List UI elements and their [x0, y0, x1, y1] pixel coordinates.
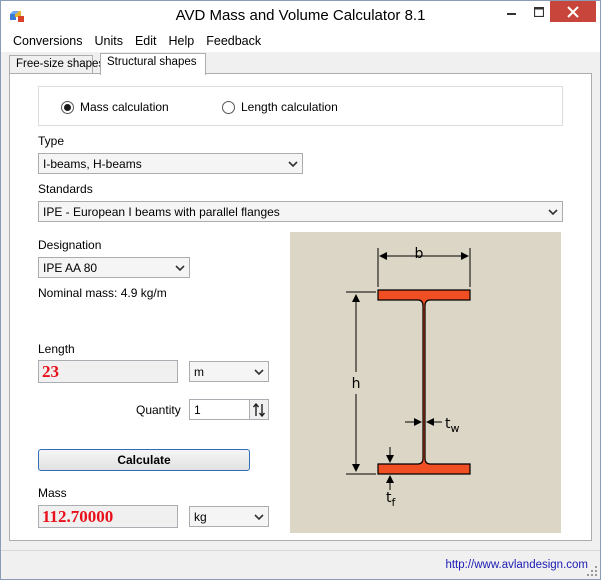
radio-mass-label: Mass calculation	[80, 100, 169, 114]
close-icon	[567, 5, 579, 18]
designation-label: Designation	[38, 238, 102, 252]
dimension-b-label: b	[415, 246, 424, 262]
chevron-down-icon	[254, 514, 264, 521]
type-label: Type	[38, 134, 65, 148]
length-unit-value: m	[194, 365, 204, 379]
standards-label: Standards	[38, 182, 93, 196]
calculate-button[interactable]: Calculate	[38, 449, 250, 471]
menu-bar: Conversions Units Edit Help Feedback	[1, 31, 600, 52]
radio-mass-calculation[interactable]: Mass calculation	[61, 100, 169, 114]
standards-value: IPE - European I beams with parallel fla…	[43, 205, 280, 219]
i-beam-diagram: b h tw tf	[290, 232, 561, 533]
menu-feedback[interactable]: Feedback	[200, 31, 267, 52]
maximize-button[interactable]	[525, 1, 552, 22]
website-link[interactable]: http://www.avlandesign.com	[445, 559, 588, 571]
dimension-h-label: h	[352, 376, 361, 392]
tab-structural-shapes[interactable]: Structural shapes	[100, 53, 206, 75]
standards-select[interactable]: IPE - European I beams with parallel fla…	[38, 201, 563, 222]
menu-help[interactable]: Help	[163, 31, 201, 52]
minimize-icon	[506, 12, 516, 15]
menu-conversions[interactable]: Conversions	[7, 31, 88, 52]
quantity-value: 1	[194, 403, 201, 417]
type-value: I-beams, H-beams	[43, 157, 142, 171]
resize-grip-icon[interactable]	[586, 565, 598, 577]
chevron-down-icon	[548, 209, 558, 216]
mass-unit-value: kg	[194, 510, 207, 524]
maximize-icon	[533, 6, 544, 17]
dimension-tf-label: tf	[386, 490, 397, 509]
length-label: Length	[38, 342, 75, 356]
tab-free-size-shapes[interactable]: Free-size shapes	[9, 55, 104, 74]
length-unit-select[interactable]: m	[189, 361, 269, 382]
title-bar: AVD Mass and Volume Calculator 8.1	[1, 1, 600, 31]
menu-units[interactable]: Units	[88, 31, 128, 52]
i-beam-shape	[377, 289, 471, 475]
calculation-mode-group: Mass calculation Length calculation	[38, 86, 563, 126]
radio-length-calculation[interactable]: Length calculation	[222, 100, 338, 114]
chevron-down-icon	[175, 265, 185, 272]
quantity-stepper[interactable]: 1	[189, 399, 269, 420]
quantity-spin-buttons[interactable]	[249, 400, 268, 419]
radio-unselected-icon	[222, 100, 235, 114]
nominal-mass-text: Nominal mass: 4.9 kg/m	[38, 286, 167, 300]
chevron-down-icon	[288, 161, 298, 168]
radio-length-label: Length calculation	[241, 100, 338, 114]
designation-value: IPE AA 80	[43, 261, 98, 275]
dimension-tw-label: tw	[445, 416, 460, 435]
status-bar: http://www.avlandesign.com	[1, 550, 600, 579]
app-window: AVD Mass and Volume Calculator 8.1 Conve…	[0, 0, 601, 580]
mass-label: Mass	[38, 486, 67, 500]
structural-shapes-panel: Mass calculation Length calculation Type…	[9, 73, 592, 541]
type-select[interactable]: I-beams, H-beams	[38, 153, 303, 174]
minimize-button[interactable]	[498, 1, 525, 22]
length-input[interactable]: 23	[38, 360, 178, 383]
mass-output[interactable]: 112.70000	[38, 505, 178, 528]
menu-edit[interactable]: Edit	[129, 31, 163, 52]
close-button[interactable]	[550, 1, 596, 22]
up-down-arrows-icon	[253, 402, 265, 417]
radio-selected-icon	[61, 100, 74, 114]
mass-unit-select[interactable]: kg	[189, 506, 269, 527]
designation-select[interactable]: IPE AA 80	[38, 257, 190, 278]
chevron-down-icon	[254, 369, 264, 376]
quantity-label: Quantity	[136, 403, 181, 417]
i-beam-drawing: b h tw tf	[346, 246, 471, 509]
